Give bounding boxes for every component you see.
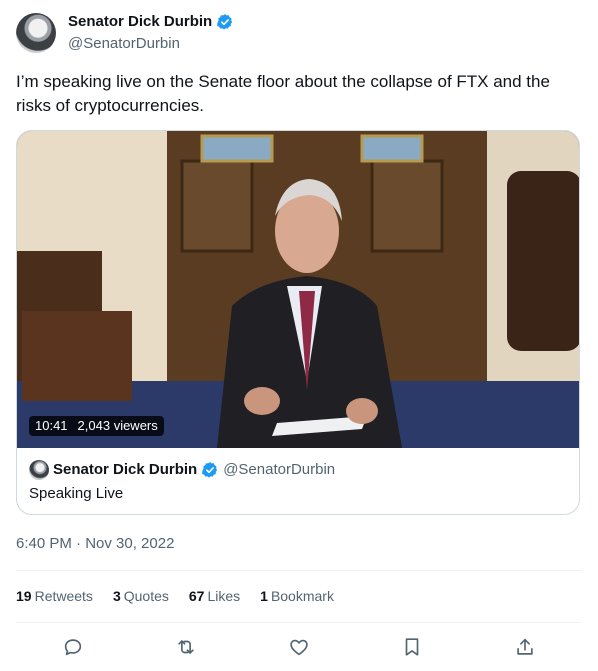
- retweet-button[interactable]: [169, 630, 203, 664]
- stat-label: Quotes: [123, 588, 169, 604]
- stat-quotes[interactable]: 3 Quotes: [113, 586, 169, 606]
- divider: [16, 570, 582, 571]
- stat-likes[interactable]: 67 Likes: [189, 586, 240, 606]
- stat-count: 1: [260, 588, 268, 604]
- card-meta: Senator Dick Durbin @SenatorDurbin Speak…: [17, 448, 579, 504]
- viewer-count: 2,043 viewers: [77, 418, 158, 433]
- video-frame-image: [17, 131, 579, 448]
- stat-label: Bookmark: [270, 588, 334, 604]
- card-author-name: Senator Dick Durbin: [53, 461, 198, 478]
- reply-button[interactable]: [56, 630, 90, 664]
- bookmark-icon: [405, 638, 419, 656]
- divider: [16, 622, 582, 623]
- card-author-row: Senator Dick Durbin @SenatorDurbin: [29, 460, 567, 480]
- video-player[interactable]: 10:41 2,043 viewers: [17, 131, 579, 448]
- live-status-badge: 10:41 2,043 viewers: [29, 416, 164, 436]
- tweet-header: Senator Dick Durbin @SenatorDurbin: [16, 12, 234, 54]
- stat-count: 19: [16, 588, 32, 604]
- video-duration: 10:41: [35, 418, 68, 433]
- reply-icon: [64, 639, 81, 656]
- tweet-text: I’m speaking live on the Senate floor ab…: [16, 72, 550, 115]
- card-author-avatar: [29, 460, 49, 480]
- live-video-card[interactable]: 10:41 2,043 viewers Senator Dick Durbin …: [16, 130, 580, 515]
- author-name-row: Senator Dick Durbin: [68, 12, 234, 32]
- like-button[interactable]: [282, 630, 316, 664]
- stat-bookmarks[interactable]: 1 Bookmark: [260, 586, 334, 606]
- author-name[interactable]: Senator Dick Durbin: [68, 12, 212, 32]
- stat-label: Likes: [207, 588, 241, 604]
- stat-count: 67: [188, 588, 205, 604]
- like-icon: [290, 639, 308, 656]
- card-title: Speaking Live: [29, 485, 124, 502]
- bookmark-button[interactable]: [395, 630, 429, 664]
- card-verified-badge-icon: [202, 462, 218, 478]
- retweet-icon: [178, 640, 194, 654]
- action-bar: [16, 630, 582, 664]
- share-icon: [517, 638, 534, 655]
- share-button[interactable]: [508, 630, 542, 664]
- engagement-stats: 19 Retweets 3 Quotes 67 Likes 1 Bookmark: [16, 586, 334, 606]
- stat-count: 3: [112, 588, 121, 604]
- stat-label: Retweets: [34, 588, 93, 604]
- stat-retweets[interactable]: 19 Retweets: [16, 586, 93, 606]
- tweet-timestamp[interactable]: 6:40 PM · Nov 30, 2022: [16, 534, 174, 554]
- author-handle[interactable]: @SenatorDurbin: [68, 34, 234, 54]
- author-info: Senator Dick Durbin @SenatorDurbin: [68, 12, 234, 54]
- author-avatar[interactable]: [16, 13, 56, 53]
- card-author-handle: @SenatorDurbin: [223, 461, 336, 478]
- verified-badge-icon: [217, 14, 233, 30]
